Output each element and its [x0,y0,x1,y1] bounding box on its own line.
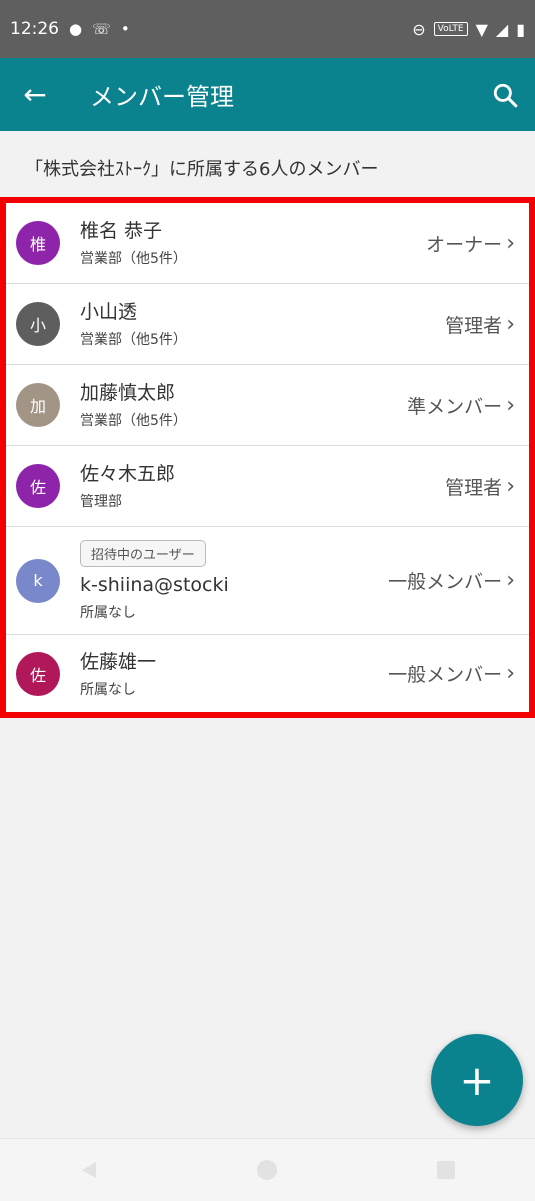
dot-icon: • [120,20,130,38]
member-info: 佐藤雄一 所属なし [80,649,156,699]
member-role: 一般メンバー › [388,567,515,594]
member-name: 小山透 [80,301,138,323]
chat-icon: ● [69,20,83,38]
home-nav-button[interactable] [237,1150,297,1190]
add-member-button[interactable]: + [431,1034,523,1126]
chevron-right-icon: › [506,661,515,686]
member-role: 管理者 › [445,311,515,338]
member-name: 椎名 恭子 [80,220,163,242]
arrow-left-icon: ← [23,78,47,111]
member-department: 所属なし [80,681,136,698]
avatar: 椎 [16,221,60,265]
member-name: 佐藤雄一 [80,650,157,673]
member-role: オーナー › [426,230,515,257]
chevron-right-icon: › [506,311,515,337]
member-row[interactable]: 加 加藤慎太郎 営業部（他5件） 準メンバー › [6,365,529,446]
invited-user-badge: 招待中のユーザー [80,539,206,567]
member-info: 椎名 恭子 営業部（他5件） [80,218,187,268]
plus-icon: + [459,1055,495,1105]
status-right-icons: ⊖ VoLTE ▼ ◢ ▮ [412,20,525,39]
member-row[interactable]: k 招待中のユーザー k-shiina@stocki 所属なし 一般メンバー › [6,527,529,635]
wifi-icon: ▼ [475,19,488,39]
member-row[interactable]: 佐 佐藤雄一 所属なし 一般メンバー › [6,635,529,712]
app-bar: ← メンバー管理 [0,58,535,131]
role-label: 管理者 [445,314,503,337]
member-list: 椎 椎名 恭子 営業部（他5件） オーナー › 小 小山透 営業部（他5件） 管… [0,197,535,718]
member-role: 管理者 › [445,473,515,500]
volte-icon: VoLTE [433,22,468,36]
chevron-right-icon: › [506,568,515,593]
chevron-right-icon: › [506,392,515,418]
member-info: 招待中のユーザー k-shiina@stocki 所属なし [80,539,229,622]
member-name: 加藤慎太郎 [80,382,176,404]
triangle-back-icon [82,1162,97,1178]
dnd-icon: ⊖ [412,19,426,39]
battery-icon: ▮ [516,19,525,39]
avatar: 佐 [16,651,60,696]
member-role: 一般メンバー › [388,660,515,687]
member-role: 準メンバー › [407,392,515,419]
role-label: 準メンバー [407,395,503,418]
back-nav-button[interactable] [59,1150,119,1190]
avatar: 加 [16,383,60,427]
search-button[interactable] [475,58,535,131]
square-recents-icon [436,1161,455,1179]
member-department: 営業部（他5件） [80,251,187,267]
system-nav-bar [0,1138,535,1201]
member-row[interactable]: 椎 椎名 恭子 営業部（他5件） オーナー › [6,203,529,284]
member-department: 所属なし [80,604,136,621]
status-bar: 12:26 ● ☏ • ⊖ VoLTE ▼ ◢ ▮ [0,0,535,58]
back-button[interactable]: ← [0,58,70,131]
avatar: k [16,558,60,603]
avatar: 佐 [16,464,60,508]
recents-nav-button[interactable] [416,1150,476,1190]
member-count-caption: 「株式会社ｽﾄｰｸ」に所属する6人のメンバー [25,159,379,180]
search-icon [493,83,518,107]
member-row[interactable]: 佐 佐々木五郎 管理部 管理者 › [6,446,529,527]
role-label: 管理者 [445,476,503,499]
role-label: 一般メンバー [388,664,503,686]
avatar: 小 [16,302,60,346]
member-info: 佐々木五郎 管理部 [80,461,175,511]
member-department: 管理部 [80,494,122,510]
member-name: k-shiina@stocki [80,573,229,596]
member-info: 加藤慎太郎 営業部（他5件） [80,380,187,430]
role-label: 一般メンバー [388,571,503,593]
missed-call-icon: ☏ [92,20,111,38]
chevron-right-icon: › [506,473,515,499]
member-name: 佐々木五郎 [80,463,176,485]
circle-home-icon [257,1160,278,1180]
status-time: 12:26 [10,19,59,39]
member-row[interactable]: 小 小山透 営業部（他5件） 管理者 › [6,284,529,365]
member-department: 営業部（他5件） [80,332,187,348]
page-title: メンバー管理 [90,83,234,111]
signal-icon: ◢ [495,19,509,39]
role-label: オーナー [426,233,503,256]
member-info: 小山透 営業部（他5件） [80,299,187,349]
member-department: 営業部（他5件） [80,413,187,429]
chevron-right-icon: › [506,230,515,256]
